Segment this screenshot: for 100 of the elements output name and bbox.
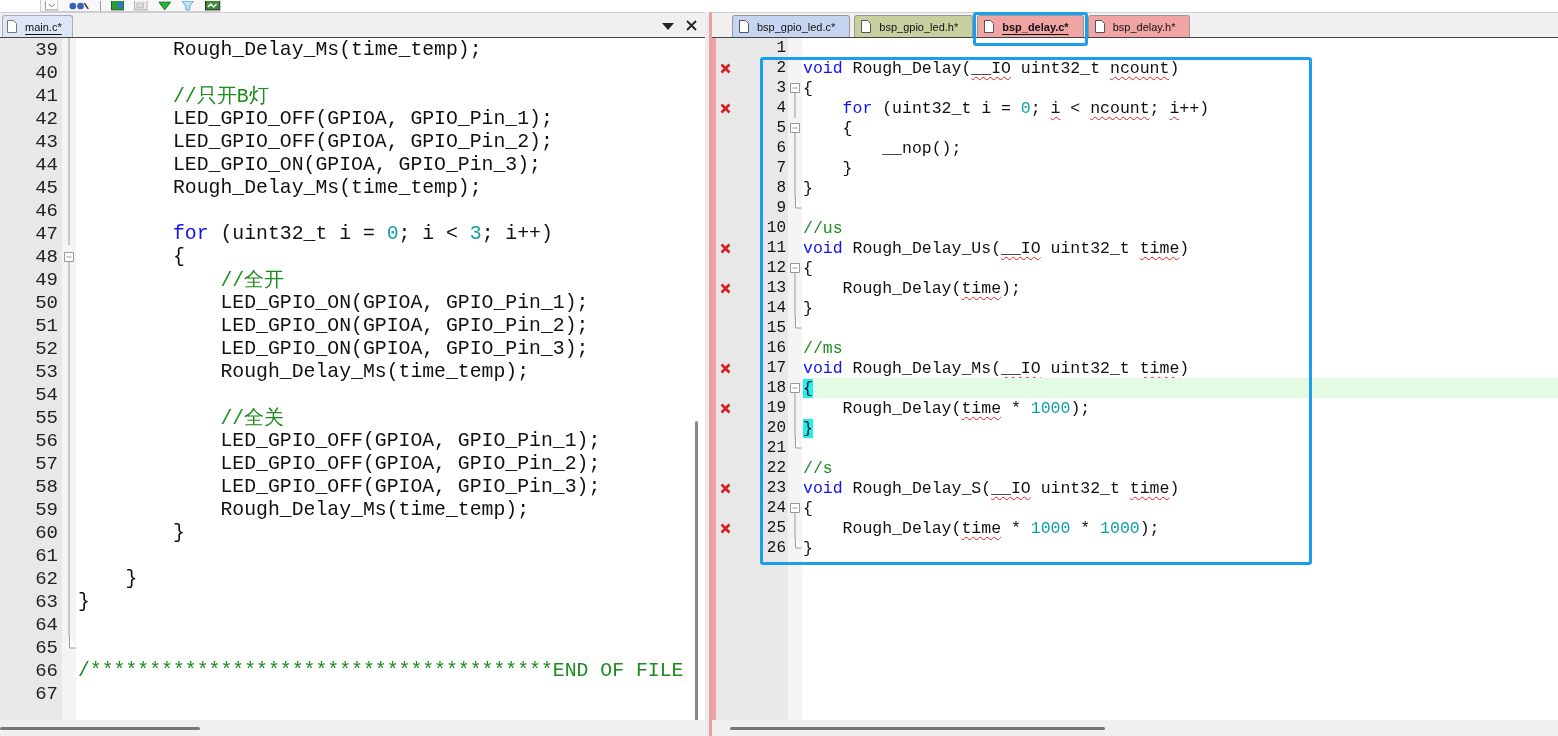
line-number: 19 <box>765 398 787 418</box>
line-number: 51 <box>34 314 59 337</box>
line-number: 40 <box>34 61 59 84</box>
line-number: 11 <box>765 238 787 258</box>
line-number: 56 <box>34 429 59 452</box>
line-number: 9 <box>775 198 787 218</box>
file-tab[interactable]: main.c* <box>2 15 73 37</box>
binoculars-icon[interactable] <box>68 1 90 11</box>
code-line: //s <box>803 458 833 478</box>
line-number: 13 <box>765 278 787 298</box>
code-line: LED_GPIO_OFF(GPIOA, GPIO_Pin_2); <box>171 130 553 153</box>
code-line: //ms <box>803 338 843 358</box>
line-number: 63 <box>34 590 59 613</box>
document-icon <box>739 20 749 33</box>
line-number: 21 <box>765 438 787 458</box>
code-line: { <box>803 78 813 98</box>
line-number: 41 <box>34 84 59 107</box>
line-number: 49 <box>34 268 59 291</box>
code-line: LED_GPIO_OFF(GPIOA, GPIO_Pin_1); <box>171 107 553 130</box>
line-number: 57 <box>34 452 59 475</box>
file-tab[interactable]: bsp_gpio_led.h* <box>854 15 974 37</box>
file-tab[interactable]: bsp_delay.h* <box>1087 15 1191 37</box>
code-line: } <box>124 567 138 590</box>
line-number: 53 <box>34 360 59 383</box>
code-line: Rough_Delay_Ms(time_temp); <box>219 360 530 383</box>
document-icon <box>1094 20 1105 33</box>
code-line: { <box>803 258 813 278</box>
line-number: 17 <box>765 358 787 378</box>
line-number: 4 <box>775 98 787 118</box>
code-line: for (uint32_t i = 0; i < ncount; i++) <box>841 98 1210 118</box>
line-number: 5 <box>775 118 787 138</box>
line-number: 46 <box>34 199 59 222</box>
line-number: 2 <box>775 58 787 78</box>
line-number: 60 <box>34 521 59 544</box>
code-line: LED_GPIO_OFF(GPIOA, GPIO_Pin_1); <box>219 429 601 452</box>
line-number: 8 <box>775 178 787 198</box>
line-number: 42 <box>34 107 59 130</box>
line-number: 6 <box>775 138 787 158</box>
code-line: LED_GPIO_OFF(GPIOA, GPIO_Pin_3); <box>219 475 601 498</box>
code-line: { <box>171 245 185 268</box>
line-number: 3 <box>775 78 787 98</box>
line-number: 25 <box>765 518 787 538</box>
code-line: } <box>803 538 813 558</box>
scrollbar-thumb[interactable] <box>730 727 1105 730</box>
line-number: 59 <box>34 498 59 521</box>
code-line: LED_GPIO_ON(GPIOA, GPIO_Pin_1); <box>219 291 589 314</box>
code-line: LED_GPIO_ON(GPIOA, GPIO_Pin_2); <box>219 314 589 337</box>
line-number: 7 <box>775 158 787 178</box>
code-line: Rough_Delay_Ms(time_temp); <box>171 176 482 199</box>
code-line: LED_GPIO_OFF(GPIOA, GPIO_Pin_2); <box>219 452 601 475</box>
code-line: Rough_Delay_Ms(time_temp); <box>219 498 530 521</box>
code-line: //全开 <box>219 269 285 293</box>
code-line: Rough_Delay(time); <box>841 278 1021 298</box>
line-number: 12 <box>765 258 787 278</box>
line-number: 65 <box>34 636 59 659</box>
line-number: 18 <box>765 378 787 398</box>
window-icon[interactable] <box>204 1 220 11</box>
line-number: 26 <box>765 538 787 558</box>
code-line: void Rough_Delay(__IO uint32_t ncount) <box>803 58 1180 78</box>
pane-splitter[interactable] <box>705 12 712 736</box>
code-line: } <box>841 158 853 178</box>
code-line: void Rough_Delay_S(__IO uint32_t time) <box>803 478 1180 498</box>
line-number: 45 <box>34 176 59 199</box>
code-line: { <box>803 498 813 518</box>
code-line: } <box>171 521 185 544</box>
code-line: void Rough_Delay_Ms(__IO uint32_t time) <box>803 358 1190 378</box>
file-tab[interactable]: bsp_delay.c* <box>977 15 1084 37</box>
code-line: //只开B灯 <box>171 84 269 109</box>
document-icon <box>984 20 995 33</box>
line-number: 52 <box>34 337 59 360</box>
code-line: //us <box>803 218 843 238</box>
line-number: 24 <box>765 498 787 518</box>
line-number: 48 <box>34 245 59 268</box>
dropdown-icon[interactable] <box>662 23 674 31</box>
code-line: } <box>803 298 813 318</box>
code-line: Rough_Delay_Ms(time_temp); <box>171 38 482 61</box>
code-line: } <box>803 178 813 198</box>
code-line: { <box>841 118 853 138</box>
line-number: 1 <box>775 38 787 58</box>
line-number: 67 <box>34 682 59 705</box>
line-number: 16 <box>765 338 787 358</box>
line-number: 10 <box>765 218 787 238</box>
code-line: for (uint32_t i = 0; i < 3; i++) <box>171 222 553 245</box>
window-icon[interactable] <box>110 1 125 11</box>
file-tab[interactable]: bsp_gpio_led.c* <box>732 15 851 37</box>
line-number: 58 <box>34 475 59 498</box>
line-number: 66 <box>34 659 59 682</box>
line-number: 62 <box>34 567 59 590</box>
code-line: Rough_Delay(time * 1000); <box>841 398 1091 418</box>
scrollbar-thumb[interactable] <box>695 421 698 721</box>
line-number: 61 <box>34 544 59 567</box>
line-number: 39 <box>34 38 59 61</box>
scrollbar-thumb[interactable] <box>0 727 200 730</box>
close-icon[interactable] <box>686 20 697 31</box>
line-number: 23 <box>765 478 787 498</box>
line-number: 64 <box>34 613 59 636</box>
document-icon <box>861 20 872 33</box>
code-line: } <box>78 590 90 613</box>
line-number: 14 <box>765 298 787 318</box>
line-number: 54 <box>34 383 59 406</box>
